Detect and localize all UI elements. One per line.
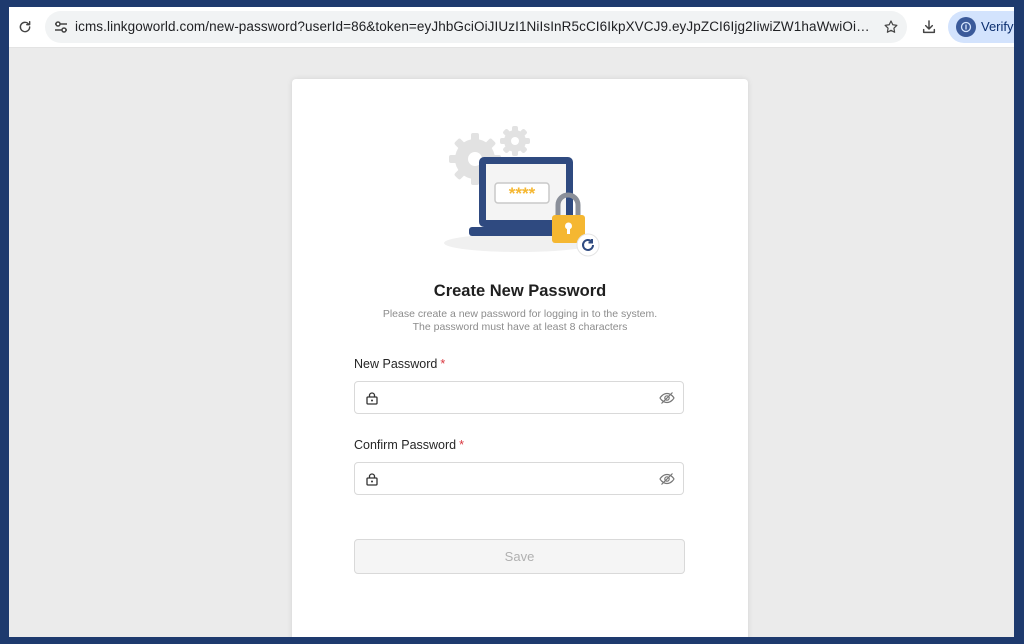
url-text[interactable]: icms.linkgoworld.com/new-password?userId… xyxy=(75,19,875,34)
download-button[interactable] xyxy=(919,17,939,37)
site-info-icon xyxy=(55,21,67,33)
download-icon xyxy=(922,20,936,34)
extension-badge-icon xyxy=(956,17,976,37)
new-password-input[interactable] xyxy=(385,382,659,415)
page-title: Create New Password xyxy=(433,282,607,300)
lock-icon xyxy=(366,392,378,405)
star-icon xyxy=(884,20,898,33)
laptop-password-illustration: **** xyxy=(444,126,600,257)
gear-icon xyxy=(500,126,530,156)
extension-label: Verify i xyxy=(981,19,1014,34)
eye-invisible-icon[interactable] xyxy=(659,472,675,486)
address-bar[interactable]: icms.linkgoworld.com/new-password?userId… xyxy=(45,11,907,43)
required-marker: * xyxy=(459,438,464,452)
confirm-password-label: Confirm Password * xyxy=(354,438,464,452)
eye-invisible-icon[interactable] xyxy=(659,391,675,405)
confirm-password-input[interactable] xyxy=(385,463,659,496)
create-password-card: **** Create New Password Please create a… xyxy=(292,79,748,637)
reload-button[interactable] xyxy=(15,17,35,37)
verify-extension-button[interactable]: Verify i xyxy=(948,11,1014,43)
subtitle-line-1: Please create a new password for logging… xyxy=(382,308,658,320)
page-subtitle: Please create a new password for logging… xyxy=(292,308,748,334)
save-button[interactable]: Save xyxy=(354,539,685,574)
lock-icon xyxy=(366,473,378,486)
subtitle-line-2: The password must have at least 8 charac… xyxy=(412,321,628,333)
required-marker: * xyxy=(440,357,446,371)
browser-window: icms.linkgoworld.com/new-password?userId… xyxy=(9,7,1014,637)
illustration-password-mask: **** xyxy=(509,184,536,203)
new-password-label: New Password * xyxy=(354,357,446,371)
confirm-password-field[interactable] xyxy=(354,462,684,496)
browser-toolbar: icms.linkgoworld.com/new-password?userId… xyxy=(9,7,1014,48)
new-password-field[interactable] xyxy=(354,381,684,415)
site-info-button[interactable] xyxy=(51,17,71,37)
bookmark-button[interactable] xyxy=(881,17,901,37)
reload-icon xyxy=(19,21,31,33)
